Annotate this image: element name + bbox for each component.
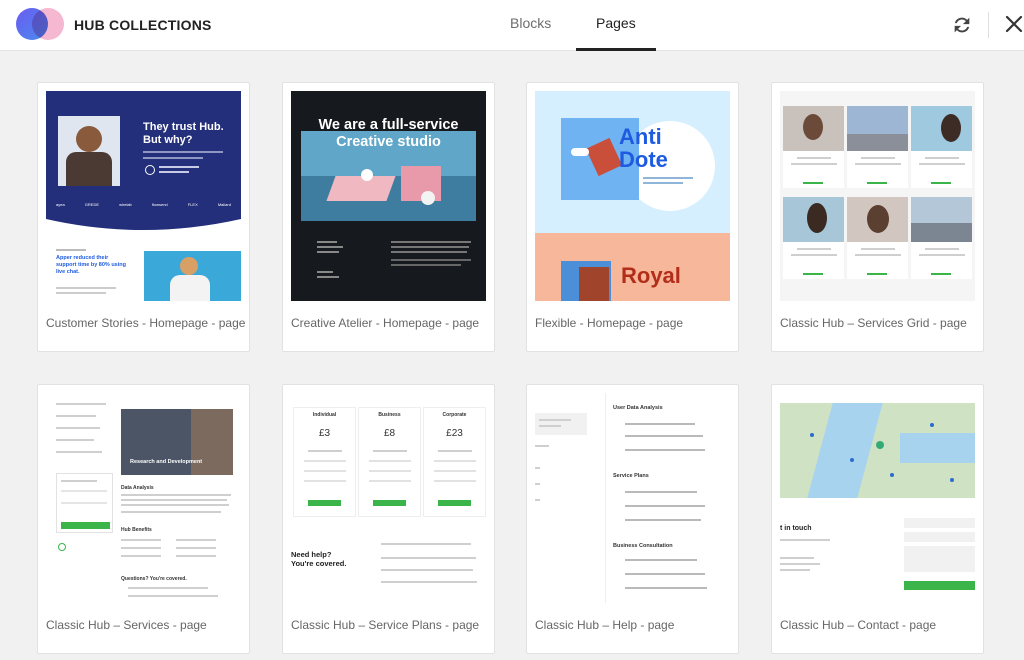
- template-thumbnail: [780, 91, 975, 301]
- map-thumbnail: [780, 403, 975, 498]
- thumb-logo: Mallard: [217, 202, 231, 207]
- thumb-logo: FLEX: [187, 202, 198, 207]
- template-thumbnail: We are a full-service Creative studio: [291, 91, 486, 301]
- thumb-headline: Dote: [619, 147, 668, 172]
- thumb-section: Data Analysis: [121, 485, 154, 491]
- thumb-logo: GREDE: [84, 202, 100, 207]
- active-tab-indicator: [576, 48, 656, 51]
- template-card[interactable]: We are a full-service Creative studio Cr…: [282, 82, 495, 352]
- plan-price: £8: [383, 428, 396, 439]
- template-name: Classic Hub – Help - page: [535, 618, 675, 632]
- thumb-title: t in touch: [780, 525, 812, 532]
- app-title: HUB COLLECTIONS: [74, 17, 212, 33]
- thumb-help: Need help? You're covered.: [291, 550, 347, 568]
- thumb-section: User Data Analysis: [613, 405, 663, 411]
- plan-price: £23: [446, 428, 463, 439]
- template-name: Classic Hub – Services - page: [46, 618, 207, 632]
- plan-name: Individual: [312, 412, 337, 418]
- header: HUB COLLECTIONS Blocks Pages: [0, 0, 1024, 51]
- thumb-headline: Royal: [621, 263, 681, 288]
- thumb-benefits: Hub Benefits: [121, 527, 152, 533]
- plan-name: Corporate: [442, 412, 467, 418]
- thumb-section: Business Consultation: [613, 543, 673, 549]
- thumb-headline: They trust Hub.: [143, 121, 224, 133]
- thumb-logo: flowsend: [151, 202, 168, 207]
- template-card[interactable]: Anti Dote Royal Flexible - Homepage - pa…: [526, 82, 739, 352]
- template-thumbnail: User Data Analysis Service Plans Busines…: [535, 393, 730, 603]
- template-card[interactable]: Research and Development Data Analysis H…: [37, 384, 250, 654]
- template-thumbnail: Research and Development Data Analysis H…: [46, 393, 241, 603]
- thumb-headline: But why?: [143, 134, 193, 146]
- thumb-logo: ayea: [56, 202, 65, 207]
- template-thumbnail: They trust Hub. But why? ayea GREDE wire…: [46, 91, 241, 301]
- thumb-logo: wirelab: [119, 202, 132, 207]
- template-card[interactable]: They trust Hub. But why? ayea GREDE wire…: [37, 82, 250, 352]
- template-card[interactable]: Individual £3 Business £8 Corporate £23: [282, 384, 495, 654]
- template-card[interactable]: Classic Hub – Services Grid - page: [771, 82, 984, 352]
- tab-blocks[interactable]: Blocks: [510, 15, 551, 31]
- thumb-headline: We are a full-service: [318, 117, 459, 133]
- template-name: Customer Stories - Homepage - page: [46, 316, 246, 330]
- template-thumbnail: Individual £3 Business £8 Corporate £23: [291, 393, 486, 603]
- thumb-headline: Creative studio: [336, 134, 441, 150]
- template-name: Classic Hub – Contact - page: [780, 618, 937, 632]
- template-name: Flexible - Homepage - page: [535, 316, 684, 330]
- template-thumbnail: t in touch: [780, 393, 975, 603]
- template-card[interactable]: t in touch Classic Hub – Contact - page: [771, 384, 984, 654]
- template-name: Creative Atelier - Homepage - page: [291, 316, 480, 330]
- thumb-banner: Research and Development: [130, 459, 203, 465]
- tab-pages[interactable]: Pages: [596, 15, 636, 31]
- hub-logo-icon: [16, 8, 64, 40]
- thumb-questions: Questions? You're covered.: [121, 576, 187, 582]
- refresh-icon[interactable]: [951, 14, 973, 36]
- template-name: Classic Hub – Services Grid - page: [780, 316, 967, 330]
- template-card[interactable]: User Data Analysis Service Plans Busines…: [526, 384, 739, 654]
- plan-price: £3: [318, 428, 331, 439]
- close-icon[interactable]: [1004, 14, 1024, 34]
- header-divider: [988, 12, 989, 38]
- template-thumbnail: Anti Dote Royal: [535, 91, 730, 301]
- thumb-section: Service Plans: [613, 473, 649, 479]
- thumb-subheading: Apper reduced their support time by 80% …: [56, 255, 126, 275]
- template-name: Classic Hub – Service Plans - page: [291, 618, 480, 632]
- plan-name: Business: [378, 412, 401, 418]
